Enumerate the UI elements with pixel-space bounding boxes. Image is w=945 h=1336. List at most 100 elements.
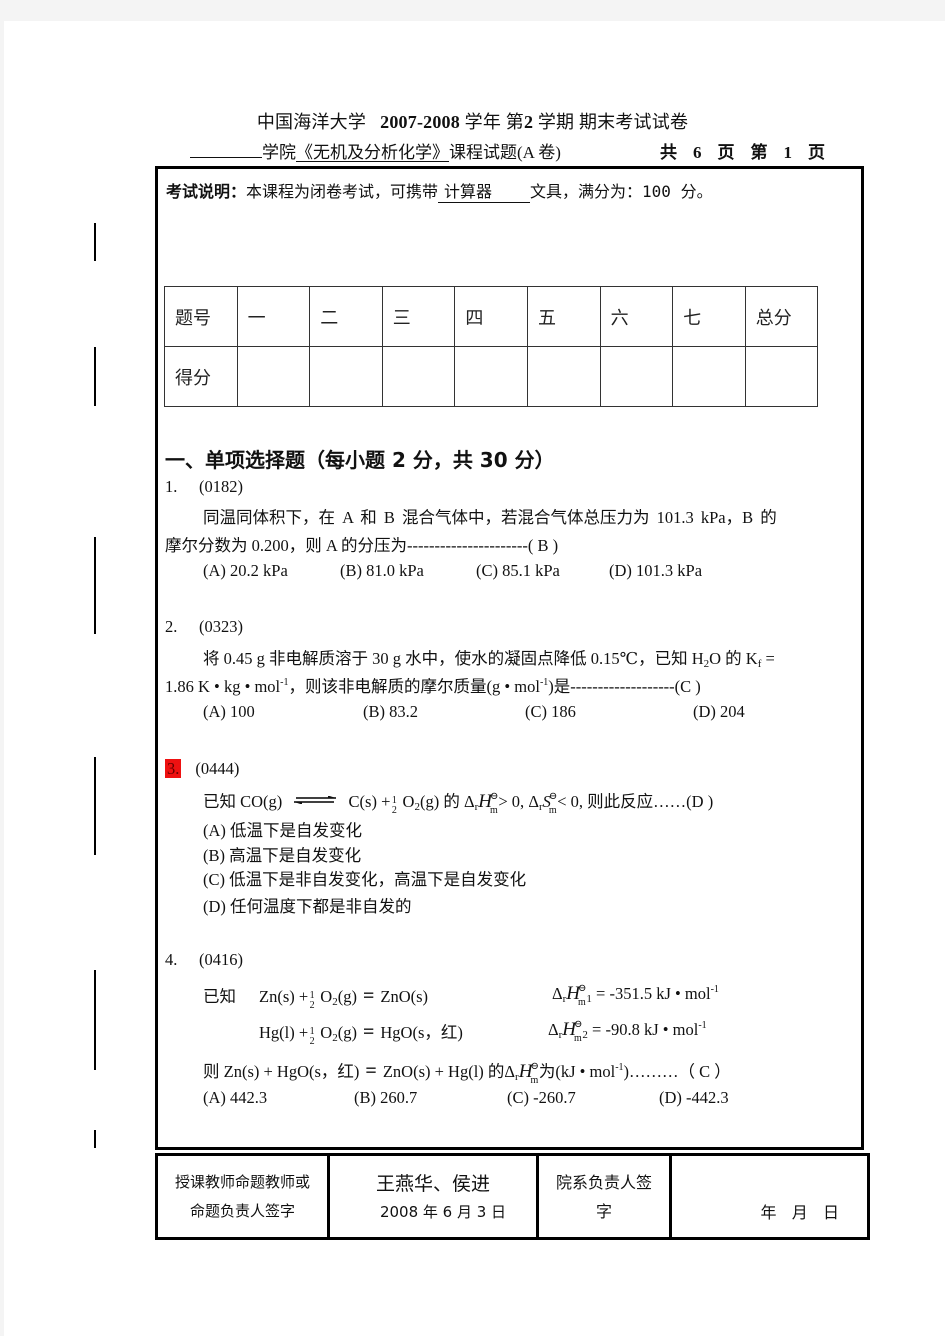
score-cell	[744, 346, 819, 407]
question-number-highlighted: 3.	[165, 759, 182, 778]
score-table: 题号 一 二 三 四 五 六 七 总分 得分	[164, 286, 819, 407]
stem-text: ZnO(s)	[380, 987, 429, 1006]
course-name: 《无机及分析化学》	[296, 143, 449, 162]
page-label: 页	[808, 143, 825, 162]
stem-text: O	[402, 792, 415, 811]
option: (C) 低温下是非自发变化，高温下是自发变化	[203, 870, 527, 889]
label-text: 授课教师命题教师或	[174, 1172, 310, 1191]
stem-text: (g) 的	[419, 792, 460, 811]
score-cell: 六	[599, 286, 674, 347]
question-2-stem: 1.86 K • kg • mol-1，则该非电解质的摩尔质量(g • mol-…	[165, 673, 701, 697]
fraction-one-half: 12	[391, 795, 397, 816]
question-code: (0444)	[195, 759, 240, 778]
enthalpy-value: = -90.8 kJ • mol	[592, 1020, 699, 1039]
binding-line	[94, 537, 96, 634]
question-3-header: 3. (0444)	[165, 759, 239, 779]
stem-text: ，则该非电解质的摩尔质量(g • mol	[288, 677, 540, 696]
score-cell: 总分	[744, 286, 819, 347]
equilibrium-arrow-icon	[294, 796, 337, 804]
delta-r-h-standard: ΔrH⊖ m	[463, 791, 499, 816]
option: (C) 186	[525, 702, 576, 721]
dept-sign-label: 院系负责人签 字	[539, 1156, 672, 1237]
subscript: 2	[582, 1029, 588, 1041]
stem-text: 为(kJ • mol	[538, 1062, 616, 1081]
score-cell	[526, 346, 601, 407]
score-cell: 二	[309, 286, 383, 347]
page-info: 共6页第1页	[660, 138, 841, 163]
question-1-stem: 摩尔分数为 0.200，则 A 的分压为--------------------…	[165, 536, 559, 555]
teacher-sign-label: 授课教师命题教师或 命题负责人签字	[158, 1156, 330, 1237]
title-text: 学期 期末考试试卷	[537, 112, 689, 132]
instructions-text: 本课程为闭卷考试，可携带	[246, 182, 439, 201]
question-4-header: 4. (0416)	[165, 950, 243, 970]
binding-line	[94, 970, 96, 1070]
question-number: 1.	[165, 477, 178, 496]
question-number: 4.	[165, 950, 178, 969]
score-table-score-row: 得分	[164, 346, 819, 407]
stem-text: )………（ C ）	[623, 1062, 731, 1081]
option: (A) 100	[203, 702, 255, 721]
score-cell	[599, 346, 674, 407]
stem-text: ZnO(s) + Hg(l) 的	[382, 1062, 505, 1081]
page-current-label: 第	[750, 143, 768, 162]
option: (B) 81.0 kPa	[340, 561, 424, 580]
option: (A) 20.2 kPa	[203, 561, 288, 580]
option: (D) 204	[693, 702, 745, 721]
option: (B) 260.7	[354, 1088, 418, 1107]
question-1-header: 1. (0182)	[165, 477, 243, 497]
stem-text: Hg(l) +	[259, 1023, 309, 1042]
instructions-label: 考试说明：	[166, 182, 247, 201]
option: (D) -442.3	[659, 1088, 729, 1107]
equals-sign-icon: =	[362, 1021, 375, 1043]
equals-sign-icon: =	[362, 985, 375, 1007]
binding-line	[94, 1130, 96, 1148]
score-cell: 题号	[164, 286, 238, 347]
score-cell	[381, 346, 456, 407]
enthalpy-value: = -351.5 kJ • mol	[596, 984, 711, 1003]
score-cell	[236, 346, 311, 407]
title-text: 学年 第	[464, 112, 524, 132]
stem-text: 已知	[203, 987, 236, 1006]
academic-years: 2007-2008	[380, 112, 460, 132]
question-4-equation-1: 已知 Zn(s) +1 2 O2(g) = ZnO(s)	[203, 985, 429, 1011]
question-4-stem: 则 Zn(s) + HgO(s，红) = ZnO(s) + Hg(l) 的ΔrH⊖ m…	[203, 1060, 731, 1086]
stem-text: < 0, 则此反应……(D )	[557, 792, 714, 811]
binding-line	[94, 223, 96, 261]
score-cell: 七	[672, 286, 746, 347]
option: (B) 高温下是自发变化	[203, 846, 362, 865]
score-table-header-row: 题号 一 二 三 四 五 六 七 总分	[164, 286, 819, 347]
score-cell	[454, 346, 528, 407]
question-4-options: (A) 442.3 (B) 260.7 (C) -260.7 (D) -442.3	[203, 1088, 729, 1108]
option: (D) 任何温度下都是非自发的	[203, 897, 412, 916]
score-cell	[672, 346, 746, 407]
question-4-enthalpy-2: ΔrH⊖ m 2 = -90.8 kJ • mol-1	[548, 1019, 707, 1044]
question-code: (0182)	[199, 477, 243, 496]
stem-text: 1.86 K • kg • mol	[165, 677, 281, 696]
score-cell	[309, 346, 383, 407]
term-number: 2	[523, 112, 534, 132]
question-4-equation-2: Hg(l) +1 2 O2(g) = HgO(s，红)	[259, 1021, 463, 1047]
fraction-one-half: 12	[309, 1026, 315, 1047]
exam-instructions: 考试说明：本课程为闭卷考试，可携带 计算器 文具，满分为：100 分。	[166, 178, 713, 203]
score-cell: 三	[381, 286, 456, 347]
college-blank	[190, 143, 262, 158]
option: (C) -260.7	[507, 1088, 576, 1107]
stem-text: 已知 CO(g)	[203, 792, 283, 811]
allowed-tool: 计算器	[438, 178, 531, 203]
stem-text: HgO(s，红)	[380, 1023, 463, 1042]
score-cell: 四	[454, 286, 528, 347]
teacher-sign-date: 2008 年 6 月 3 日	[379, 1202, 507, 1221]
course-suffix: 课程试题(A 卷)	[449, 143, 561, 162]
stem-text: C(s) +	[348, 792, 391, 811]
exam-title: 中国海洋大学 2007-2008 学年 第2 学期 期末考试试卷	[0, 108, 945, 134]
stem-text: 将 0.45 g 非电解质溶于 30 g 水中，使水的凝固点降低 0.15℃，已…	[203, 649, 704, 668]
pages-total: 6	[693, 143, 702, 162]
section-heading: 一、单项选择题（每小题 2 分，共 30 分）	[165, 448, 555, 472]
equals-sign-icon: =	[365, 1060, 377, 1082]
course-line: 学院《无机及分析化学》课程试题(A 卷)	[190, 138, 561, 163]
question-code: (0323)	[199, 617, 243, 636]
question-4-enthalpy-1: ΔrH⊖ m 1 = -351.5 kJ • mol-1	[552, 983, 719, 1008]
label-text: 命题负责人签字	[189, 1201, 295, 1220]
score-cell: 一	[236, 286, 311, 347]
score-cell: 得分	[164, 346, 238, 407]
